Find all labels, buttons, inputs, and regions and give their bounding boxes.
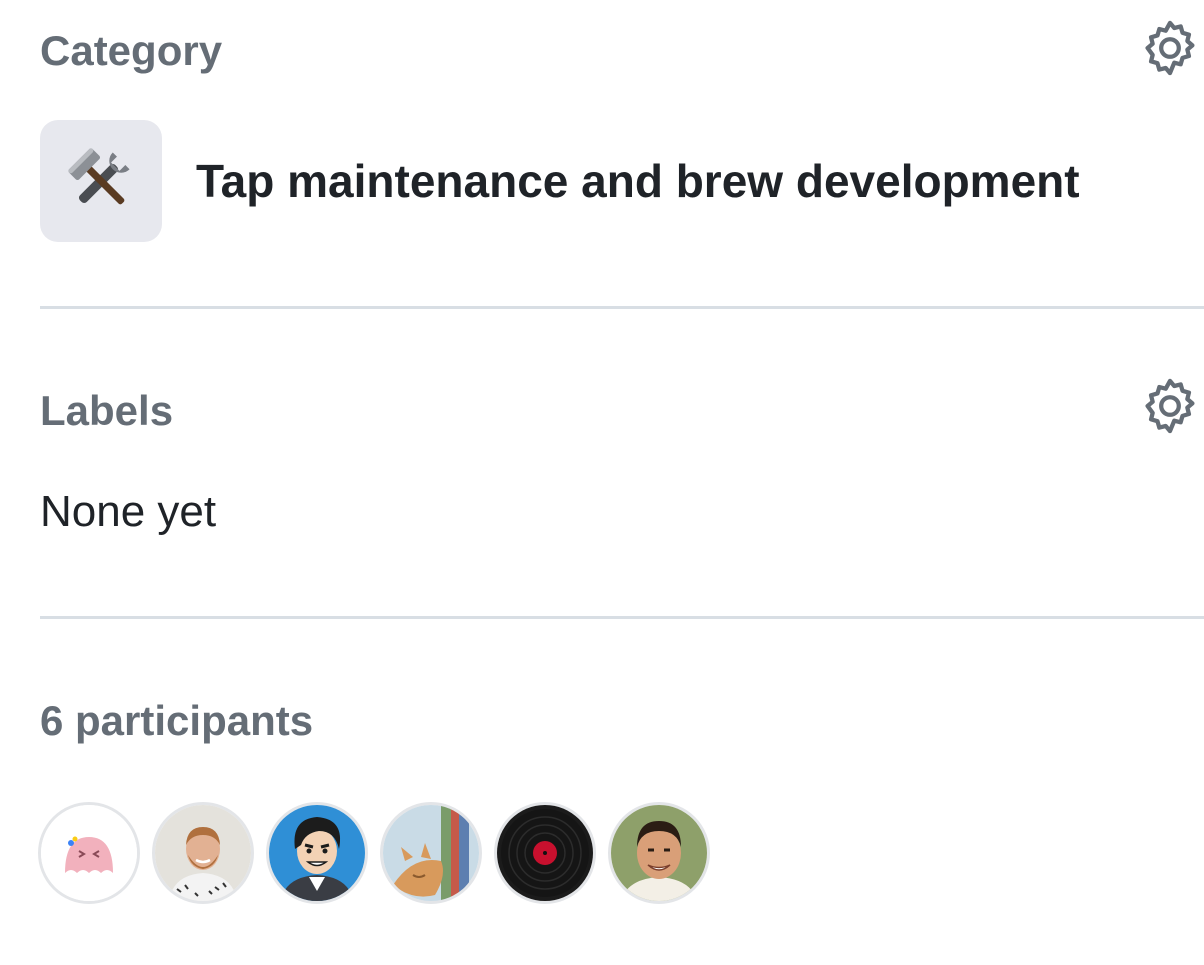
vinyl-record-avatar[interactable] xyxy=(494,802,596,904)
category-name: Tap maintenance and brew development xyxy=(196,155,1080,207)
participants-section: 6 participants xyxy=(40,694,1204,764)
labels-gear-icon[interactable] xyxy=(1138,374,1202,438)
category-title: Category xyxy=(40,27,223,74)
category-item[interactable]: Tap maintenance and brew development xyxy=(40,120,1080,242)
category-gear-icon[interactable] xyxy=(1138,16,1202,80)
participants-header: 6 participants xyxy=(40,694,1204,764)
hammer-and-wrench-icon xyxy=(40,120,162,242)
bearded-man-avatar[interactable] xyxy=(152,802,254,904)
labels-value: None yet xyxy=(40,487,217,536)
smiling-man-avatar[interactable] xyxy=(608,802,710,904)
participants-avatars xyxy=(38,802,722,904)
cartoon-man-avatar[interactable] xyxy=(266,802,368,904)
labels-section: Labels xyxy=(40,378,1204,452)
category-header: Category xyxy=(40,20,1204,94)
category-section: Category xyxy=(40,20,1204,94)
labels-header: Labels xyxy=(40,378,1204,452)
cat-avatar[interactable] xyxy=(380,802,482,904)
divider xyxy=(40,616,1204,619)
pink-ghost-avatar[interactable] xyxy=(38,802,140,904)
divider xyxy=(40,306,1204,309)
labels-title: Labels xyxy=(40,387,174,434)
participants-title: 6 participants xyxy=(40,697,314,744)
